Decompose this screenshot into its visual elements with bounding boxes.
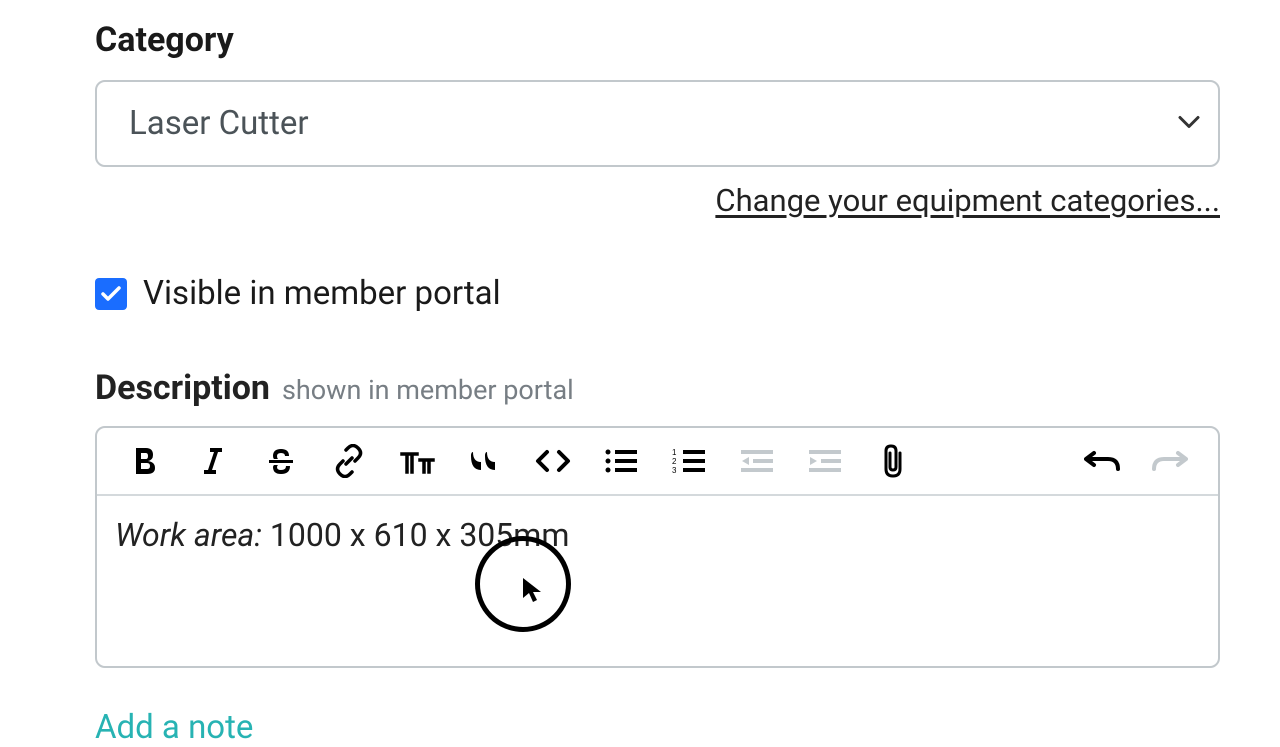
change-categories-link[interactable]: Change your equipment categories... <box>95 182 1220 219</box>
heading-button[interactable] <box>383 433 451 489</box>
bold-button[interactable] <box>111 433 179 489</box>
description-textarea[interactable]: Work area: 1000 x 610 x 305mm <box>97 496 1218 666</box>
numbered-list-button[interactable]: 123 <box>655 433 723 489</box>
undo-button[interactable] <box>1068 433 1136 489</box>
quote-button[interactable] <box>451 433 519 489</box>
bullet-list-button[interactable] <box>587 433 655 489</box>
code-button[interactable] <box>519 433 587 489</box>
cursor-pointer-icon <box>521 576 543 604</box>
outdent-button[interactable] <box>723 433 791 489</box>
indent-button[interactable] <box>791 433 859 489</box>
visible-portal-checkbox[interactable] <box>95 278 127 310</box>
description-text-italic: Work area: <box>115 516 262 554</box>
description-text: 1000 x 610 x 305mm <box>262 516 569 554</box>
italic-button[interactable] <box>179 433 247 489</box>
description-sublabel: shown in member portal <box>282 374 574 406</box>
link-button[interactable] <box>315 433 383 489</box>
svg-text:3: 3 <box>672 466 677 475</box>
category-label: Category <box>95 20 1220 60</box>
description-editor: 123 Work area: 1000 x 610 x 305mm <box>95 426 1220 668</box>
add-note-link[interactable]: Add a note <box>95 708 1220 747</box>
attachment-button[interactable] <box>859 433 927 489</box>
editor-toolbar: 123 <box>97 428 1218 496</box>
svg-text:1: 1 <box>672 448 677 457</box>
visible-portal-label: Visible in member portal <box>143 274 501 313</box>
svg-text:2: 2 <box>672 457 677 466</box>
redo-button[interactable] <box>1136 433 1204 489</box>
category-select[interactable]: Laser Cutter <box>95 80 1220 167</box>
description-label: Description <box>95 368 270 408</box>
check-icon <box>100 285 122 303</box>
strikethrough-button[interactable] <box>247 433 315 489</box>
